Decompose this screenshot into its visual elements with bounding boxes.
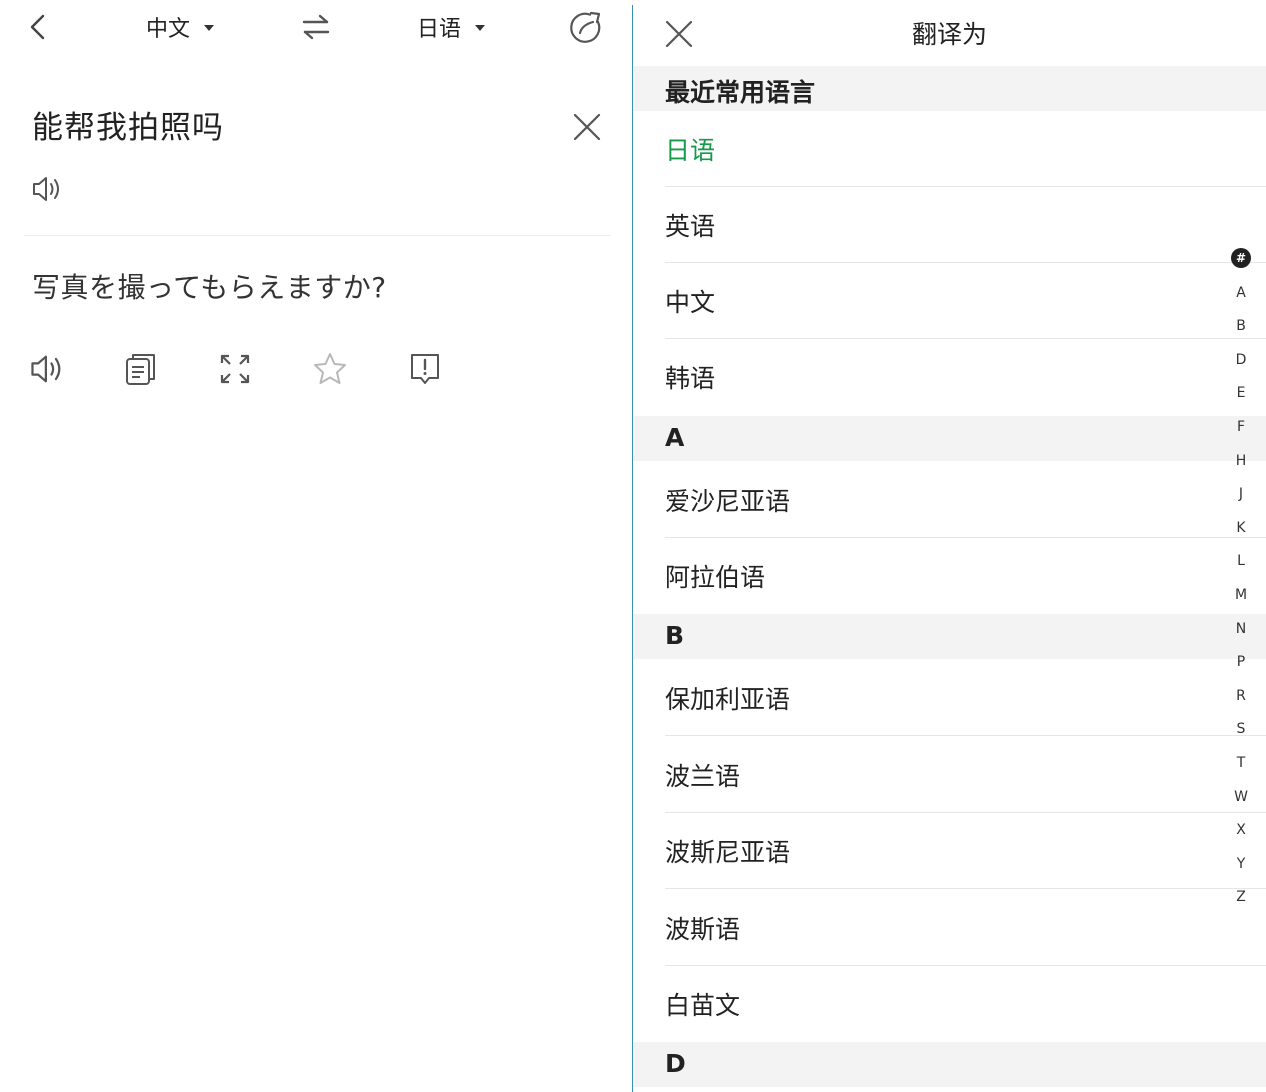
- index-letter[interactable]: W: [1229, 786, 1253, 820]
- history-icon: [570, 11, 601, 43]
- source-text[interactable]: 能帮我拍照吗: [32, 102, 224, 147]
- index-letter[interactable]: S: [1229, 718, 1253, 752]
- target-language-label: 日语: [417, 17, 462, 42]
- index-letter[interactable]: D: [1229, 349, 1253, 383]
- translation-pane: 中文 日语 能帮我拍照吗 写真を撮ってもらえますか?: [0, 0, 632, 1092]
- language-label: 日语: [665, 136, 716, 165]
- section-header-b: B: [633, 614, 1266, 659]
- divider: [665, 735, 1266, 736]
- index-letter[interactable]: N: [1229, 618, 1253, 652]
- source-language-selector[interactable]: 中文: [146, 10, 215, 44]
- language-label: 波斯语: [665, 915, 741, 944]
- top-bar: 中文 日语: [0, 0, 632, 56]
- index-letter[interactable]: H: [1229, 450, 1253, 484]
- panel-header: 翻译为: [633, 0, 1266, 66]
- index-letter[interactable]: A: [1229, 282, 1253, 316]
- language-item[interactable]: 日语: [633, 111, 1266, 187]
- clear-icon: [573, 113, 601, 141]
- translated-text: 写真を撮ってもらえますか?: [32, 271, 387, 304]
- index-letter[interactable]: P: [1229, 651, 1253, 685]
- language-item[interactable]: 波兰语: [633, 737, 1266, 813]
- source-language-label: 中文: [146, 17, 191, 42]
- star-icon: [314, 353, 346, 384]
- index-letter[interactable]: B: [1229, 315, 1253, 349]
- favorite-button[interactable]: [311, 350, 349, 388]
- back-button[interactable]: [24, 12, 54, 42]
- divider: [665, 888, 1266, 889]
- index-letter[interactable]: Y: [1229, 853, 1253, 887]
- back-icon: [30, 14, 45, 40]
- language-label: 波斯尼亚语: [665, 838, 791, 867]
- index-letter[interactable]: R: [1229, 685, 1253, 719]
- alphabet-index[interactable]: # A B D E F H J K L M N P R S T W X Y Z: [1229, 248, 1253, 920]
- copy-button[interactable]: [122, 350, 160, 388]
- index-letter[interactable]: K: [1229, 517, 1253, 551]
- index-letter[interactable]: X: [1229, 819, 1253, 853]
- index-letter[interactable]: E: [1229, 382, 1253, 416]
- index-letter[interactable]: J: [1229, 483, 1253, 517]
- report-icon: [411, 354, 439, 384]
- section-header-a: A: [633, 416, 1266, 461]
- section-label: A: [665, 423, 685, 452]
- clear-button[interactable]: [568, 108, 606, 146]
- caret-down-icon: [475, 25, 486, 31]
- index-letter[interactable]: M: [1229, 584, 1253, 618]
- play-translation-button[interactable]: [28, 350, 66, 388]
- divider: [24, 235, 610, 236]
- source-speaker-button[interactable]: [30, 172, 64, 206]
- language-label: 英语: [665, 212, 716, 241]
- speaker-icon: [33, 177, 59, 201]
- index-letter[interactable]: Z: [1229, 886, 1253, 920]
- language-label: 韩语: [665, 364, 716, 393]
- language-label: 波兰语: [665, 762, 741, 791]
- report-button[interactable]: [406, 350, 444, 388]
- section-label: B: [665, 621, 685, 650]
- language-item[interactable]: 白苗文: [633, 966, 1266, 1042]
- language-label: 爱沙尼亚语: [665, 487, 791, 516]
- language-label: 阿拉伯语: [665, 563, 766, 592]
- section-label: D: [665, 1049, 686, 1078]
- language-item[interactable]: 保加利亚语: [633, 660, 1266, 736]
- section-label: 最近常用语言: [665, 78, 816, 107]
- target-language-selector[interactable]: 日语: [417, 10, 486, 44]
- history-button[interactable]: [568, 10, 604, 46]
- section-header-recent: 最近常用语言: [633, 66, 1266, 111]
- speaker-icon: [31, 355, 61, 383]
- language-item[interactable]: 波斯尼亚语: [633, 813, 1266, 889]
- language-label: 白苗文: [665, 991, 741, 1020]
- index-letter[interactable]: F: [1229, 416, 1253, 450]
- language-item[interactable]: 中文: [633, 263, 1266, 339]
- index-letter[interactable]: L: [1229, 550, 1253, 584]
- swap-languages-button[interactable]: [300, 12, 332, 42]
- language-item[interactable]: 爱沙尼亚语: [633, 462, 1266, 538]
- language-label: 中文: [665, 288, 716, 317]
- fullscreen-icon: [220, 354, 250, 384]
- language-item[interactable]: 阿拉伯语: [633, 538, 1266, 614]
- copy-icon: [126, 354, 155, 385]
- translate-to-panel: 翻译为 最近常用语言 日语 英语 中文 韩语 A 爱沙尼亚语 阿拉伯语 B 保加…: [633, 0, 1266, 1092]
- panel-title: 翻译为: [911, 20, 987, 49]
- language-item[interactable]: 韩语: [633, 339, 1266, 415]
- swap-icon: [302, 14, 330, 40]
- language-item[interactable]: 英语: [633, 187, 1266, 263]
- index-letter[interactable]: T: [1229, 752, 1253, 786]
- caret-down-icon: [204, 25, 215, 31]
- fullscreen-button[interactable]: [216, 350, 254, 388]
- index-letter[interactable]: #: [1231, 248, 1251, 268]
- section-header-d: D: [633, 1042, 1266, 1087]
- language-item[interactable]: 波斯语: [633, 890, 1266, 966]
- language-label: 保加利亚语: [665, 685, 791, 714]
